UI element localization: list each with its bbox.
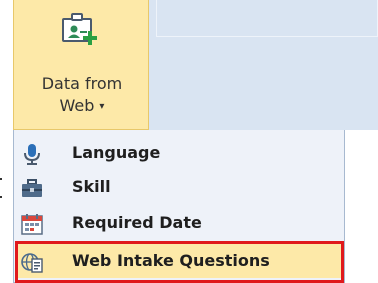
menu-item-language[interactable]: Language — [15, 136, 344, 170]
menu-item-required-date[interactable]: Required Date — [15, 206, 344, 240]
data-from-web-button[interactable]: Data from Web ▾ — [13, 0, 149, 130]
menu-item-label: Required Date — [72, 213, 202, 232]
import-data-icon — [62, 13, 97, 45]
data-from-web-label-line2: Web ▾ — [14, 96, 150, 115]
data-from-web-label-line1: Data from — [41, 74, 123, 93]
menu-item-label: Language — [72, 143, 161, 162]
chevron-down-icon: ▾ — [99, 101, 105, 112]
edge-marks — [0, 178, 2, 198]
highlight-annotation — [15, 241, 344, 283]
data-from-web-label-web: Web — [59, 96, 95, 115]
calendar-icon — [21, 214, 43, 235]
ribbon: Data from Web ▾ — [0, 0, 378, 130]
menu-item-skill[interactable]: Skill — [15, 170, 344, 204]
ribbon-group-outline — [156, 0, 378, 37]
microphone-icon — [24, 144, 40, 165]
menu-item-label: Skill — [72, 177, 111, 196]
toolbox-icon — [22, 179, 42, 197]
ribbon-divider — [156, 36, 378, 37]
ribbon-background — [148, 0, 378, 130]
